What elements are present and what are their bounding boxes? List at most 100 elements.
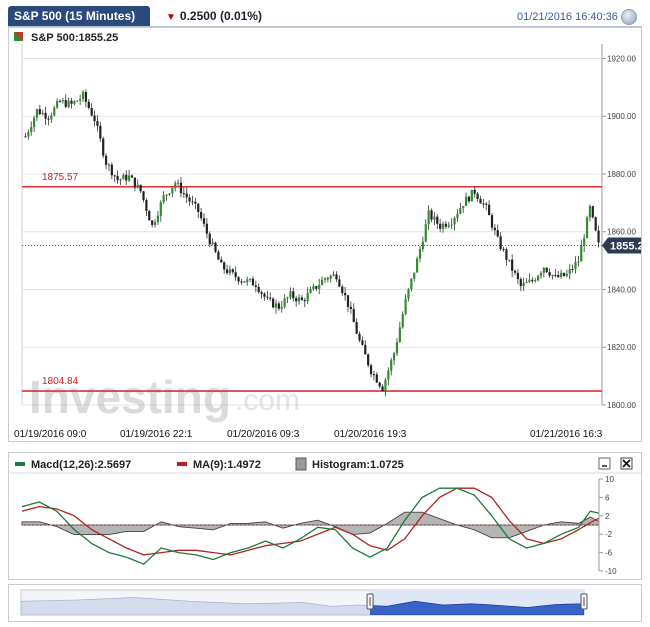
candle-body (104, 155, 108, 165)
candle-body (338, 279, 341, 287)
candle-body (116, 175, 119, 181)
candle-body (303, 300, 306, 302)
candle-body (554, 274, 557, 276)
candle-body (153, 222, 157, 225)
candle-body (257, 286, 260, 293)
candle-body (528, 279, 531, 283)
candle-body (171, 187, 174, 194)
instrument-tab[interactable]: S&P 500 (15 Minutes) (8, 6, 150, 26)
candle-body (485, 203, 488, 205)
candle-body (113, 175, 116, 177)
candle-body (502, 248, 505, 250)
candle-body (464, 196, 468, 207)
chart-title: S&P 500:1855.25 (31, 32, 118, 44)
candle-body (102, 138, 105, 156)
minimize-icon[interactable] (598, 457, 611, 470)
candle-body (231, 269, 234, 273)
candle-body (142, 191, 145, 201)
refresh-icon[interactable] (621, 9, 637, 25)
candle-body (508, 259, 511, 261)
candle-body (369, 365, 373, 375)
candle-body (248, 278, 252, 280)
candle-body (306, 293, 309, 302)
candle-body (47, 118, 50, 120)
candle-body (225, 269, 229, 274)
candle-body (292, 291, 295, 299)
candle-body (73, 101, 76, 104)
candle-body (191, 201, 194, 203)
candle-body (416, 258, 419, 273)
candle-body (525, 282, 528, 284)
candle-body (260, 292, 263, 294)
navigator[interactable] (9, 585, 641, 621)
candle-body (476, 193, 479, 199)
level-label: 1875.57 (42, 172, 79, 183)
candle-body (99, 125, 102, 139)
candle-body (387, 370, 390, 380)
candle-body (162, 195, 165, 203)
candle-body (96, 121, 99, 126)
candle-body (384, 379, 387, 392)
candle-body (436, 216, 439, 224)
candle-body (519, 279, 522, 287)
current-price-label: 1855.25 (610, 240, 641, 252)
macd-y-tick-label: 2 (605, 512, 610, 521)
candle-body (119, 179, 122, 181)
legend-label: MA(9):1.4972 (193, 459, 261, 471)
candle-body (41, 112, 44, 115)
candle-body (346, 295, 350, 307)
candle-body (323, 278, 327, 280)
macd-y-tick-label: -6 (605, 549, 613, 558)
macd-y-tick-label: -10 (605, 567, 617, 576)
candle-body (318, 285, 321, 289)
candle-body (289, 291, 292, 298)
candle-body (274, 303, 278, 308)
legend-swatch (295, 457, 307, 471)
candle-body (583, 238, 586, 246)
candle-body (447, 225, 450, 227)
candle-body (597, 230, 600, 243)
candle-body (300, 297, 304, 301)
candle-body (395, 342, 399, 354)
candle-body (450, 224, 453, 226)
candle-body (79, 98, 82, 101)
candle-body (240, 281, 243, 283)
candle-body (542, 267, 545, 273)
candle-body (269, 297, 272, 299)
candle-body (208, 233, 211, 245)
last-update-time: 01/21/2016 16:40:36 (517, 11, 618, 23)
y-tick-label: 1880.00 (607, 170, 636, 179)
close-icon[interactable] (620, 457, 633, 470)
candle-body (139, 184, 142, 192)
candle-body (130, 175, 134, 178)
candle-body (444, 223, 448, 227)
candle-body (217, 251, 220, 260)
candle-body (295, 298, 298, 302)
macd-chart[interactable]: Macd(12,26):2.5697 MA(9):1.4972 Histogram:… (9, 453, 641, 579)
candle-body (283, 298, 286, 307)
candle-body (551, 274, 554, 276)
candle-body (90, 107, 93, 116)
candle-body (148, 210, 151, 221)
candle-body (375, 374, 378, 383)
candle-body (401, 314, 404, 328)
candle-body (352, 309, 355, 323)
price-change-value: 0.2500 (0.01%) (179, 9, 262, 23)
candle-body (557, 274, 560, 278)
candle-body (234, 272, 237, 278)
candle-body (280, 306, 283, 309)
candle-body (531, 279, 534, 282)
navigator-area (20, 589, 588, 616)
legend-label: Histogram:1.0725 (312, 459, 404, 471)
candle-body (168, 193, 171, 195)
candle-body (220, 259, 223, 263)
candle-body (185, 193, 188, 198)
svg-text:.com: .com (235, 384, 300, 417)
candle-body (490, 215, 494, 228)
candle-body (211, 242, 214, 245)
candle-body (133, 177, 136, 188)
candle-body (272, 298, 275, 308)
price-chart[interactable]: S&P 500:1855.25 Investing .com 1875.5718… (9, 28, 650, 441)
candle-body (439, 223, 442, 229)
price-chart-panel: S&P 500:1855.25 Investing .com 1875.57 18… (8, 27, 650, 442)
